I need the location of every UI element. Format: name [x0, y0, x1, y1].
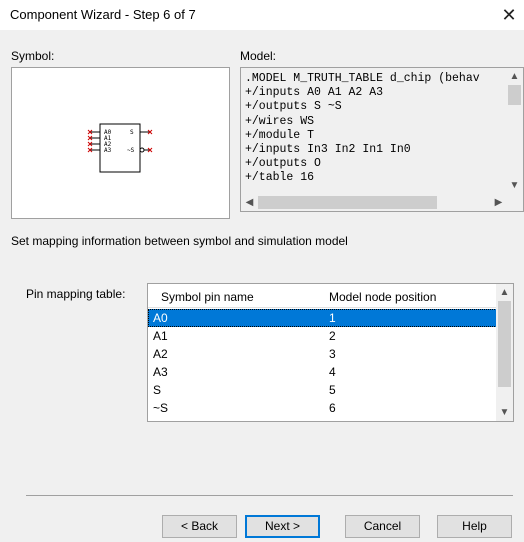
instruction-text: Set mapping information between symbol a… — [11, 234, 348, 248]
back-button[interactable]: < Back — [162, 515, 237, 538]
cell-symbol-pin: A0 — [153, 311, 168, 325]
cell-symbol-pin: A2 — [153, 347, 168, 361]
column-header-symbol-pin[interactable]: Symbol pin name — [161, 290, 254, 304]
next-button[interactable]: Next > — [245, 515, 320, 538]
pin-label-a3: A3 — [104, 147, 112, 154]
pin-label-not-s: ~S — [127, 147, 135, 154]
column-header-model-node[interactable]: Model node position — [329, 290, 436, 304]
cell-model-node: 2 — [329, 329, 336, 343]
model-text[interactable]: .MODEL M_TRUTH_TABLE d_chip (behav +/inp… — [245, 72, 503, 186]
cancel-button[interactable]: Cancel — [345, 515, 420, 538]
cell-symbol-pin: S — [153, 383, 162, 397]
pin-mapping-table[interactable]: Symbol pin name Model node position A0 1… — [147, 283, 514, 422]
window-title: Component Wizard - Step 6 of 7 — [10, 7, 196, 22]
scroll-left-icon[interactable]: ◀ — [241, 194, 258, 211]
cell-model-node: 4 — [329, 365, 336, 379]
chip-symbol-drawing: A0 A1 A2 A3 S ~S — [87, 123, 153, 173]
cell-model-node: 1 — [329, 311, 336, 325]
model-horizontal-scrollbar[interactable]: ◀ ▶ — [241, 194, 507, 211]
symbol-preview: A0 A1 A2 A3 S ~S — [11, 67, 230, 219]
table-scroll-thumb[interactable] — [498, 301, 511, 387]
button-separator — [26, 495, 513, 496]
pin-mapping-label: Pin mapping table: — [26, 287, 126, 301]
scroll-down-icon[interactable]: ▼ — [506, 177, 523, 194]
table-row[interactable]: A2 3 — [148, 345, 497, 363]
cell-model-node: 3 — [329, 347, 336, 361]
table-row[interactable]: A1 2 — [148, 327, 497, 345]
model-label: Model: — [240, 49, 277, 63]
table-scroll-up-icon[interactable]: ▲ — [496, 284, 513, 301]
symbol-label: Symbol: — [11, 49, 55, 63]
table-vertical-scrollbar[interactable]: ▲ ▼ — [496, 284, 513, 421]
model-text-area[interactable]: .MODEL M_TRUTH_TABLE d_chip (behav +/inp… — [240, 67, 524, 212]
close-icon[interactable]: ✕ — [497, 2, 521, 28]
cell-symbol-pin: ~S — [153, 401, 169, 415]
scroll-up-icon[interactable]: ▲ — [506, 68, 523, 85]
pin-label-s: S — [130, 129, 134, 136]
model-vscroll-thumb[interactable] — [508, 85, 521, 105]
left-pin-markers — [87, 129, 93, 153]
cell-model-node: 6 — [329, 401, 336, 415]
left-pins — [90, 131, 100, 151]
cell-symbol-pin: A3 — [153, 365, 168, 379]
table-row[interactable]: S 5 — [148, 381, 497, 399]
scroll-right-icon[interactable]: ▶ — [490, 194, 507, 211]
table-header: Symbol pin name Model node position — [148, 284, 497, 308]
help-button[interactable]: Help — [437, 515, 512, 538]
model-vertical-scrollbar[interactable]: ▲ ▼ — [506, 68, 523, 194]
table-scroll-down-icon[interactable]: ▼ — [496, 404, 513, 421]
model-hscroll-thumb[interactable] — [258, 196, 437, 209]
table-row[interactable]: A3 4 — [148, 363, 497, 381]
table-row[interactable]: ~S 6 — [148, 399, 497, 417]
inversion-bubble — [139, 147, 145, 153]
cell-symbol-pin: A1 — [153, 329, 168, 343]
table-row[interactable]: A0 1 — [148, 309, 497, 327]
cell-model-node: 5 — [329, 383, 336, 397]
